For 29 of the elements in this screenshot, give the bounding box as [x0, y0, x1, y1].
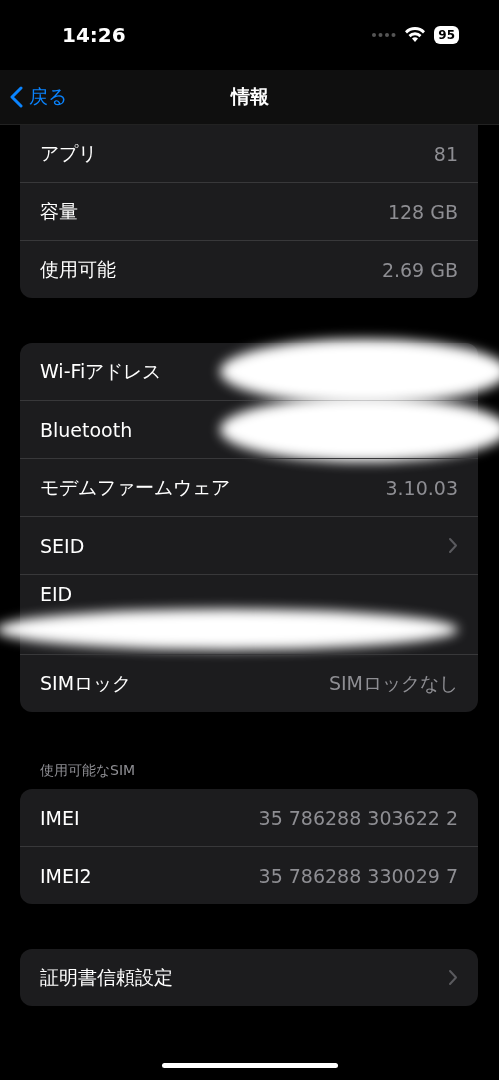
row-label: EID: [40, 583, 73, 605]
wifi-icon: [404, 27, 427, 43]
row-value: 2.69 GB: [381, 258, 458, 281]
row-label: SIMロック: [40, 670, 132, 696]
back-chevron-icon: [10, 86, 23, 108]
row-label: 証明書信頼設定: [40, 964, 173, 990]
row-label: モデムファームウェア: [40, 474, 230, 500]
status-time: 14:26: [62, 23, 126, 47]
battery-level: 95: [434, 26, 459, 44]
row-value: 35 786288 303622 2: [258, 806, 458, 829]
chevron-icon: [448, 537, 458, 554]
row-value: SIMロックなし: [328, 670, 458, 696]
row-label: Wi-Fiアドレス: [40, 358, 162, 384]
row-value: 35 786288 330029 7: [258, 864, 458, 887]
row-label: IMEI: [40, 806, 80, 829]
row-value: 3.10.03: [385, 476, 458, 499]
row-label: SEID: [40, 534, 85, 557]
chevron-icon: [448, 969, 458, 986]
row-label: アプリ: [40, 140, 97, 166]
nav-title: 情報: [230, 84, 269, 109]
row-value: 128 GB: [387, 200, 458, 223]
back-button[interactable]: 戻る: [0, 84, 67, 110]
signal-icon: [372, 33, 397, 37]
row-label: IMEI2: [40, 864, 92, 887]
row-label: 容量: [40, 198, 78, 224]
row-label: 使用可能: [40, 256, 116, 282]
row-value: 81: [433, 142, 458, 165]
section-header: 使用可能なSIM: [40, 762, 137, 780]
row-label: Bluetooth: [40, 418, 133, 441]
